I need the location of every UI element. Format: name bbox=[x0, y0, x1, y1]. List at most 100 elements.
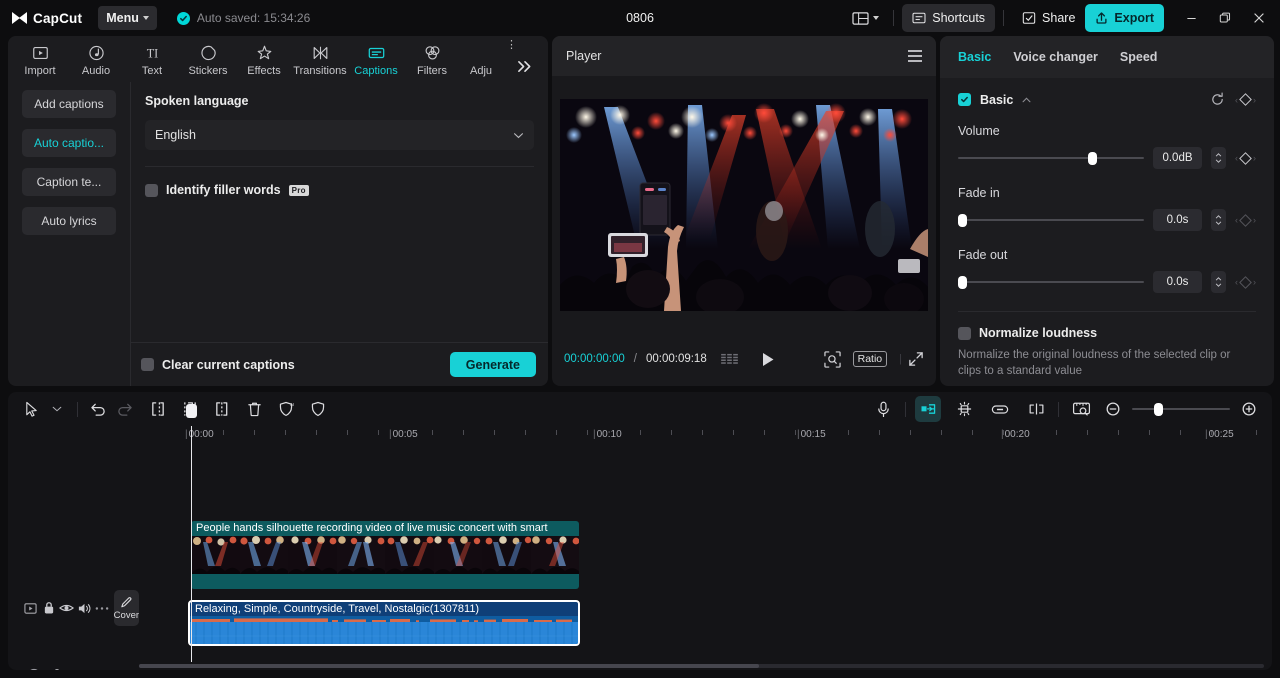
volume-keyframe-nav[interactable]: ‹ › bbox=[1235, 151, 1256, 165]
tab-transitions[interactable]: Transitions bbox=[292, 41, 348, 77]
volume-stepper[interactable] bbox=[1211, 147, 1226, 169]
tab-text[interactable]: TI Text bbox=[124, 41, 180, 77]
select-tool-dropdown[interactable] bbox=[44, 396, 70, 422]
zoom-out-button[interactable] bbox=[1100, 396, 1126, 422]
lock-icon[interactable] bbox=[45, 668, 68, 670]
video-preview[interactable] bbox=[560, 99, 928, 311]
fit-to-screen-button[interactable] bbox=[823, 350, 841, 368]
identify-filler-words-checkbox[interactable] bbox=[145, 183, 158, 197]
generate-button[interactable]: Generate bbox=[449, 352, 536, 377]
clear-current-captions-checkbox[interactable] bbox=[141, 358, 154, 371]
fade-in-slider[interactable] bbox=[958, 213, 1144, 227]
timeline-horizontal-scrollbar[interactable] bbox=[139, 664, 1264, 668]
divider bbox=[1058, 401, 1059, 417]
section-keyframe-nav[interactable]: ‹ › bbox=[1235, 93, 1256, 106]
lock-icon[interactable] bbox=[40, 601, 58, 615]
audio-clip[interactable]: Relaxing, Simple, Countryside, Travel, N… bbox=[188, 600, 580, 646]
spoken-language-select[interactable]: English bbox=[145, 120, 534, 150]
side-btn-auto-captions[interactable]: Auto captio... bbox=[22, 129, 116, 157]
cover-button[interactable]: Cover bbox=[113, 590, 140, 626]
playhead[interactable] bbox=[186, 404, 197, 662]
side-btn-auto-lyrics[interactable]: Auto lyrics bbox=[22, 207, 116, 235]
keyframe-diamond-icon[interactable] bbox=[1239, 151, 1252, 165]
keyframe-diamond-icon[interactable] bbox=[1239, 275, 1252, 289]
slider-knob[interactable] bbox=[1088, 152, 1098, 165]
fade-out-slider[interactable] bbox=[958, 275, 1144, 289]
volume-value[interactable]: 0.0dB bbox=[1153, 147, 1202, 169]
zoom-in-button[interactable] bbox=[1236, 396, 1262, 422]
ratio-button[interactable]: Ratio bbox=[852, 351, 888, 367]
audio-track-icon[interactable] bbox=[22, 668, 45, 670]
tab-stickers[interactable]: Stickers bbox=[180, 41, 236, 77]
scrollbar-thumb[interactable] bbox=[139, 664, 759, 668]
restore-button[interactable] bbox=[1208, 3, 1242, 33]
auto-keyframe-button[interactable] bbox=[951, 396, 977, 422]
fullscreen-button[interactable] bbox=[908, 351, 924, 367]
tab-speed[interactable]: Speed bbox=[1120, 50, 1158, 64]
tab-captions[interactable]: Captions bbox=[348, 41, 404, 77]
frames-view-button[interactable] bbox=[720, 353, 738, 366]
record-voiceover-button[interactable] bbox=[870, 396, 896, 422]
side-btn-caption-templates[interactable]: Caption te... bbox=[22, 168, 116, 196]
redo-button[interactable] bbox=[111, 396, 137, 422]
keyframe-diamond-icon[interactable] bbox=[1239, 93, 1252, 106]
minimize-button[interactable] bbox=[1174, 3, 1208, 33]
fade-in-stepper[interactable] bbox=[1211, 209, 1226, 231]
timeline-ruler[interactable]: 00:00 00:05 00:10 00:15 00:20 00:25 bbox=[8, 426, 1272, 448]
snap-toggle-button[interactable] bbox=[915, 396, 941, 422]
video-clip[interactable]: People hands silhouette recording video … bbox=[191, 521, 579, 589]
split-button[interactable] bbox=[145, 396, 171, 422]
tab-effects[interactable]: Effects bbox=[236, 41, 292, 77]
eye-icon[interactable] bbox=[57, 602, 75, 614]
chevron-up-icon[interactable] bbox=[1022, 96, 1031, 103]
trim-right-button[interactable] bbox=[209, 396, 235, 422]
menu-button[interactable]: Menu bbox=[98, 6, 157, 30]
preview-scale-button[interactable] bbox=[1068, 396, 1094, 422]
preview-toggle-icon[interactable] bbox=[22, 602, 40, 615]
play-button[interactable] bbox=[761, 352, 775, 367]
timeline-zoom-slider[interactable] bbox=[1132, 402, 1230, 416]
fade-in-keyframe-nav[interactable]: ‹ › bbox=[1235, 213, 1256, 227]
playhead-handle[interactable] bbox=[186, 404, 197, 418]
fade-out-stepper[interactable] bbox=[1211, 271, 1226, 293]
reset-icon[interactable] bbox=[1210, 92, 1225, 107]
spoken-language-label: Spoken language bbox=[145, 94, 249, 108]
select-tool-button[interactable] bbox=[18, 396, 44, 422]
slider-knob[interactable] bbox=[958, 276, 967, 289]
tab-import[interactable]: Import bbox=[12, 41, 68, 77]
title-bar-actions: Shortcuts Share Export bbox=[846, 3, 1280, 33]
fade-out-value[interactable]: 0.0s bbox=[1153, 271, 1202, 293]
tab-basic[interactable]: Basic bbox=[958, 50, 991, 64]
delete-button[interactable] bbox=[241, 396, 267, 422]
tab-audio[interactable]: Audio bbox=[68, 41, 124, 77]
link-clips-button[interactable] bbox=[987, 396, 1013, 422]
keyframe-diamond-icon[interactable] bbox=[1239, 213, 1252, 227]
export-button[interactable]: Export bbox=[1085, 4, 1164, 32]
layout-switch-button[interactable] bbox=[846, 5, 885, 31]
fade-out-keyframe-nav[interactable]: ‹ › bbox=[1235, 275, 1256, 289]
tab-filters[interactable]: Filters bbox=[404, 41, 460, 77]
share-button[interactable]: Share bbox=[1012, 4, 1085, 32]
normalize-loudness-checkbox[interactable] bbox=[958, 326, 971, 340]
volume-icon[interactable] bbox=[75, 602, 93, 615]
close-button[interactable] bbox=[1242, 3, 1276, 33]
slider-knob[interactable] bbox=[1153, 403, 1163, 416]
more-icon[interactable] bbox=[93, 606, 111, 611]
fade-in-value[interactable]: 0.0s bbox=[1153, 209, 1202, 231]
ai-mask-button[interactable]: AI bbox=[273, 396, 299, 422]
shortcuts-button[interactable]: Shortcuts bbox=[902, 4, 996, 32]
player-menu-icon[interactable] bbox=[908, 47, 922, 64]
mirror-split-button[interactable] bbox=[1023, 396, 1049, 422]
mask-button[interactable] bbox=[305, 396, 331, 422]
tab-adjust[interactable]: Adju bbox=[460, 41, 502, 77]
undo-button[interactable] bbox=[85, 396, 111, 422]
basic-section-checkbox[interactable] bbox=[958, 93, 971, 106]
identify-filler-words-row[interactable]: Identify filler words Pro bbox=[145, 183, 534, 197]
tab-voice-changer[interactable]: Voice changer bbox=[1013, 50, 1098, 64]
side-btn-add-captions[interactable]: Add captions bbox=[22, 90, 116, 118]
slider-knob[interactable] bbox=[958, 214, 967, 227]
volume-icon[interactable] bbox=[92, 669, 115, 671]
player-stage bbox=[552, 76, 936, 334]
volume-slider[interactable] bbox=[958, 151, 1144, 165]
normalize-loudness-row[interactable]: Normalize loudness bbox=[958, 326, 1256, 340]
